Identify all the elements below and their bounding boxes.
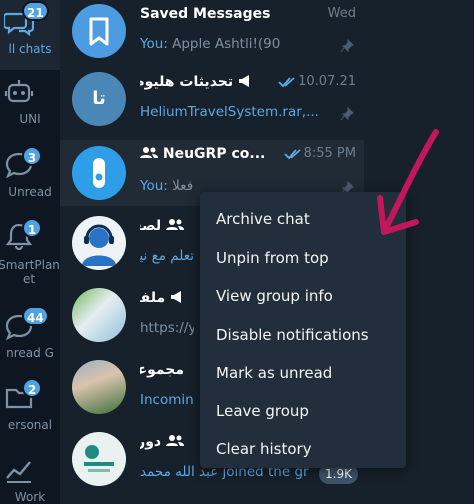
chat-title-text: NeuGRP co... [162, 146, 266, 162]
menu-item-view-group-info[interactable]: View group info [200, 277, 406, 315]
chat-preview: HeliumTravelSystem.rar,... [140, 104, 319, 120]
folder-badge: 44 [22, 306, 49, 326]
avatar-initials: تا [92, 88, 106, 109]
chat-title-text: ملفات [140, 290, 166, 306]
folders-sidebar: 21 ll chats UNI 3 Unread 1 SmartPlan et … [0, 0, 60, 504]
chat-avatar [72, 360, 126, 414]
folder-label: nread G [6, 346, 54, 360]
chat-preview: https://y [140, 320, 194, 336]
megaphone-icon [239, 75, 249, 87]
group-icon [166, 219, 184, 230]
folder-badge: 1 [22, 218, 42, 238]
folder-smartplanet[interactable]: 1 SmartPlan et [0, 212, 60, 296]
chat-time-text: 8:55 PM [303, 146, 356, 161]
group-icon [140, 147, 158, 158]
chat-preview: تعلم مع نيوترون [140, 248, 194, 264]
sender-label: You: [140, 178, 168, 194]
folder-work[interactable]: Work [0, 446, 60, 504]
chat-time-text: 10.07.21 [298, 74, 356, 89]
saved-messages-avatar [72, 4, 126, 58]
chat-title: ملفات [140, 290, 184, 306]
chat-title: تحديثات هليوم [140, 74, 252, 90]
menu-item-mark-as-unread[interactable]: Mark as unread [200, 354, 406, 392]
menu-item-unpin-from-top[interactable]: Unpin from top [200, 239, 406, 277]
annotation-arrow-icon [370, 128, 474, 240]
chat-row-helium-updates[interactable]: تا تحديثات هليوم 10.07.21 HeliumTravelSy… [60, 68, 364, 134]
chat-title: دورات قيمة في أ [140, 434, 184, 450]
folder-personal[interactable]: 2 ersonal [0, 374, 60, 436]
megaphone-icon [171, 291, 181, 303]
menu-item-leave-group[interactable]: Leave group [200, 392, 406, 430]
sender-label: You: [140, 36, 168, 52]
message-text: Apple Ashtli!(90 [172, 36, 281, 52]
double-check-icon [283, 148, 301, 159]
chat-title-text: لصفحة الأعلى في ل [140, 218, 162, 234]
chat-preview: You: Apple Ashtli!(90 [140, 36, 338, 52]
pin-icon [340, 38, 354, 53]
chat-time: Wed [327, 6, 356, 21]
chart-icon [4, 456, 34, 484]
folder-uni[interactable]: UNI [0, 72, 60, 134]
chat-avatar [72, 288, 126, 342]
folder-badge: 21 [22, 1, 49, 21]
chat-avatar [72, 216, 126, 270]
chat-title-text: تحديثات هليوم [140, 74, 234, 90]
folder-label: SmartPlan et [0, 258, 60, 286]
chat-time: 10.07.21 [278, 74, 356, 89]
group-icon [166, 435, 184, 446]
folder-unread[interactable]: 3 Unread [0, 142, 60, 204]
chat-avatar [72, 432, 126, 486]
folder-badge: 2 [22, 378, 42, 398]
chat-title: NeuGRP co... [140, 146, 268, 162]
chat-row-saved-messages[interactable]: Saved Messages Wed You: Apple Ashtli!(90 [60, 0, 364, 66]
chat-title-text: دورات قيمة في أ [140, 434, 162, 450]
folder-unread-groups[interactable]: 44 nread G [0, 304, 60, 366]
chat-preview: Incomin [140, 392, 194, 408]
menu-item-disable-notifications[interactable]: Disable notifications [200, 316, 406, 354]
folder-label: Work [14, 490, 46, 504]
folder-label: UNI [19, 112, 41, 126]
chat-time: 8:55 PM [283, 146, 356, 161]
chat-title: مجموعة نيوترون [140, 362, 184, 378]
chat-title: Saved Messages [140, 6, 271, 22]
chat-avatar: تا [72, 72, 126, 126]
chat-title: لصفحة الأعلى في ل [140, 218, 184, 234]
folder-label: ersonal [7, 418, 53, 432]
folder-label: Unread [8, 185, 52, 199]
menu-item-clear-history[interactable]: Clear history [200, 430, 406, 468]
pin-icon [340, 106, 354, 121]
folder-label: ll chats [8, 42, 52, 56]
robot-icon [4, 78, 34, 106]
chat-avatar [72, 146, 126, 200]
folder-all-chats[interactable]: 21 ll chats [0, 0, 60, 70]
message-text: فعلا [172, 178, 194, 194]
folder-badge: 3 [22, 146, 42, 166]
double-check-icon [278, 76, 295, 87]
